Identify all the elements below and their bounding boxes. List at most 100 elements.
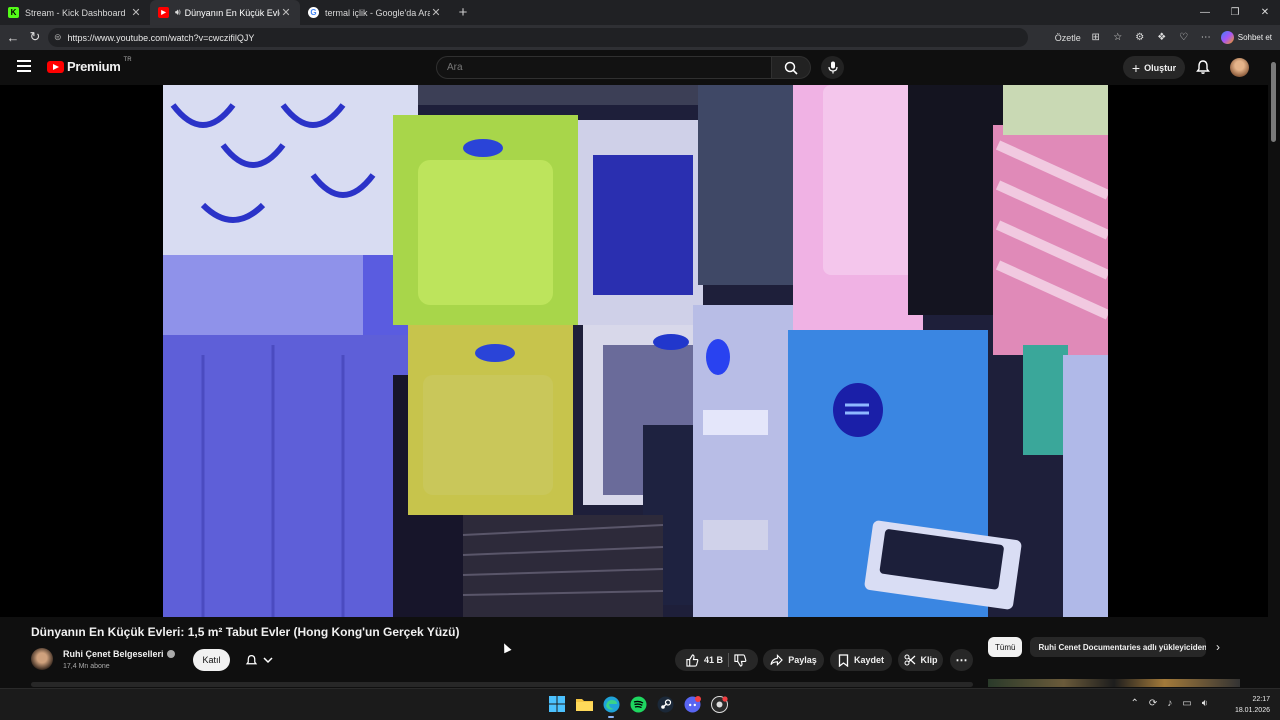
extensions-icon[interactable]: ⚙ [1133, 32, 1147, 43]
favorite-star-icon[interactable]: ☆ [1111, 32, 1125, 43]
chip-channel-uploads[interactable]: Ruhi Cenet Documentaries adlı yükleyicid… [1030, 637, 1207, 657]
kick-icon: K [8, 7, 19, 18]
share-button[interactable]: Paylaş [763, 649, 824, 671]
steam-icon[interactable] [656, 695, 674, 713]
windows-start-icon[interactable] [548, 695, 566, 713]
join-button[interactable]: Katıl [193, 649, 230, 671]
more-dots-icon: ⋯ [955, 653, 968, 667]
tab-title: termal içlik - Google'da Ara [325, 7, 430, 18]
close-icon[interactable]: ✕ [130, 6, 142, 19]
video-title: Dünyanın En Küçük Evleri: 1,5 m² Tabut E… [31, 625, 460, 639]
channel-name-text: Ruhi Çenet Belgeselleri [63, 649, 164, 659]
subscription-notifications-button[interactable] [237, 649, 281, 671]
network-icon[interactable]: ▭ [1182, 698, 1191, 709]
clip-button[interactable]: Klip [898, 649, 943, 671]
spotify-icon[interactable] [629, 695, 647, 713]
speaker-icon[interactable]: 🔊︎ [175, 7, 181, 18]
split-screen-icon[interactable]: ⊞ [1089, 32, 1103, 43]
video-still-image [163, 85, 1108, 617]
browser-toolbar: ← ↻ ⊜ https://www.youtube.com/watch?v=cw… [0, 25, 1280, 50]
chip-all[interactable]: Tümü [988, 637, 1023, 657]
like-button[interactable]: 41 B [686, 653, 723, 667]
related-filter-chips: Tümü Ruhi Cenet Documentaries adlı yükle… [988, 637, 1207, 657]
video-frame[interactable] [163, 85, 1108, 617]
file-explorer-icon[interactable] [575, 695, 593, 713]
youtube-play-icon [47, 60, 64, 73]
windows-taskbar: ⌃ ⟳ ♪ ▭ 🔉︎ 22:17 18.01.2026 [0, 688, 1280, 720]
summarize-button[interactable]: Özetle [1055, 33, 1081, 43]
menu-dots-icon[interactable]: ⋯ [1199, 32, 1213, 43]
tab-kick-dashboard[interactable]: K Stream - Kick Dashboard ✕ [0, 0, 150, 25]
system-clock[interactable]: 22:17 18.01.2026 [1235, 694, 1270, 716]
thumbs-down-icon[interactable] [734, 653, 747, 667]
clock-time: 22:17 [1252, 696, 1270, 703]
browser-tools: Özetle ⊞ ☆ ⚙ ❖ ♡ ⋯ Sohbet et [1055, 28, 1272, 47]
new-tab-button[interactable]: + [450, 0, 476, 25]
video-player[interactable] [0, 85, 1268, 617]
site-info-icon[interactable]: ⊜ [54, 32, 62, 43]
microphone-tray-icon[interactable]: ♪ [1167, 698, 1172, 709]
volume-icon[interactable]: 🔉︎ [1202, 698, 1208, 709]
verified-badge-icon [166, 650, 175, 658]
close-window-icon[interactable]: ✕ [1250, 0, 1280, 25]
discord-icon[interactable] [683, 695, 701, 713]
back-arrow-icon[interactable]: ← [2, 26, 24, 48]
search-input[interactable]: Ara [436, 56, 772, 79]
page-scrollbar[interactable] [1268, 50, 1280, 687]
save-label: Kaydet [853, 655, 884, 665]
menu-icon[interactable] [17, 60, 31, 72]
more-actions-button[interactable]: ⋯ [950, 649, 973, 671]
chevron-down-icon [263, 657, 273, 664]
tab-youtube-video[interactable]: ▶ 🔊︎ Dünyanın En Küçük Evleri: 1,5 m² Ta… [150, 0, 300, 25]
close-icon[interactable]: ✕ [280, 6, 292, 19]
youtube-icon: ▶ [158, 7, 169, 18]
youtube-premium-logo[interactable]: Premium TR [47, 56, 132, 74]
chevron-right-icon[interactable]: › [1216, 640, 1220, 654]
plus-icon: + [1131, 59, 1141, 76]
divider [728, 653, 729, 667]
scrollbar-thumb[interactable] [1271, 62, 1276, 142]
chrome-icon[interactable] [710, 695, 728, 713]
taskbar-apps [548, 695, 728, 718]
search-button[interactable] [771, 56, 811, 79]
search-icon [784, 61, 798, 75]
like-count: 41 B [703, 655, 723, 665]
sync-icon[interactable]: ⟳ [1149, 698, 1157, 709]
performance-icon[interactable]: ♡ [1177, 32, 1191, 43]
browser-tab-strip: K Stream - Kick Dashboard ✕ ▶ 🔊︎ Dünyanı… [0, 0, 1280, 25]
bell-icon [245, 654, 258, 664]
related-video-thumbnail[interactable] [988, 679, 1240, 687]
description-box[interactable] [31, 682, 973, 687]
region-label: TR [123, 56, 132, 63]
create-button[interactable]: + Oluştur [1123, 56, 1185, 79]
minimize-icon[interactable]: — [1190, 0, 1220, 25]
voice-search-button[interactable] [821, 56, 844, 79]
thumbs-up-icon [686, 653, 699, 667]
mouse-cursor [500, 641, 512, 654]
microphone-icon [827, 61, 838, 74]
scissors-icon [904, 654, 915, 666]
channel-avatar[interactable] [31, 648, 53, 670]
reload-icon[interactable]: ↻ [24, 26, 46, 48]
url-text: https://www.youtube.com/watch?v=cwczifil… [67, 32, 255, 43]
user-avatar[interactable] [1230, 58, 1249, 77]
chat-label: Sohbet et [1237, 33, 1272, 42]
favorites-icon[interactable]: ❖ [1155, 32, 1169, 43]
subscriber-count: 17,4 Mn abone [63, 663, 110, 670]
share-arrow-icon [770, 654, 784, 666]
save-button[interactable]: Kaydet [830, 649, 892, 671]
notifications-bell-icon[interactable] [1195, 59, 1211, 75]
youtube-header: Premium TR Ara + Oluştur [0, 50, 1268, 85]
tab-title: Stream - Kick Dashboard [25, 7, 126, 18]
channel-name[interactable]: Ruhi Çenet Belgeselleri [63, 649, 175, 659]
system-tray: ⌃ ⟳ ♪ ▭ 🔉︎ [1130, 698, 1208, 709]
tab-google-search[interactable]: G termal içlik - Google'da Ara ✕ [300, 0, 450, 25]
close-icon[interactable]: ✕ [430, 6, 442, 19]
copilot-chat-button[interactable]: Sohbet et [1220, 31, 1272, 44]
tab-title: Dünyanın En Küçük Evleri: 1,5 m² Tabut E… [184, 7, 280, 18]
maximize-icon[interactable]: ❐ [1220, 0, 1250, 25]
url-field[interactable]: ⊜ https://www.youtube.com/watch?v=cwczif… [48, 28, 1028, 47]
edge-icon[interactable] [602, 695, 620, 718]
clock-date: 18.01.2026 [1234, 707, 1270, 714]
chevron-up-icon[interactable]: ⌃ [1130, 698, 1138, 709]
